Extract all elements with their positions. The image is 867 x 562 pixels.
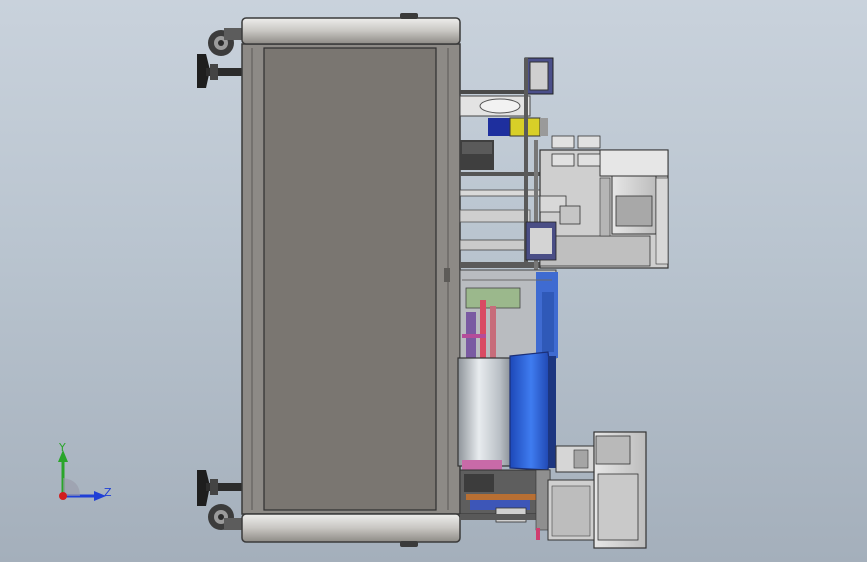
- right-enclosure-lower: [547, 431, 647, 549]
- right-enclosure-upper: [525, 135, 669, 269]
- z-axis-label: Z: [104, 486, 112, 499]
- caster-top: [208, 28, 244, 56]
- cad-viewport[interactable]: Y Z: [0, 0, 867, 562]
- middle-mechanism: [459, 269, 558, 359]
- axis-triad: Y Z: [48, 440, 118, 510]
- lower-mechanism: [459, 469, 551, 540]
- drum-assembly: [457, 351, 556, 471]
- leveling-foot-bottom: [197, 470, 244, 506]
- leveling-foot-top: [197, 54, 244, 88]
- y-axis-label: Y: [59, 441, 66, 454]
- machine-model-side-view[interactable]: [0, 0, 867, 562]
- x-axis-dot: [59, 492, 67, 500]
- caster-bottom: [208, 504, 244, 530]
- cabinet: [241, 13, 461, 547]
